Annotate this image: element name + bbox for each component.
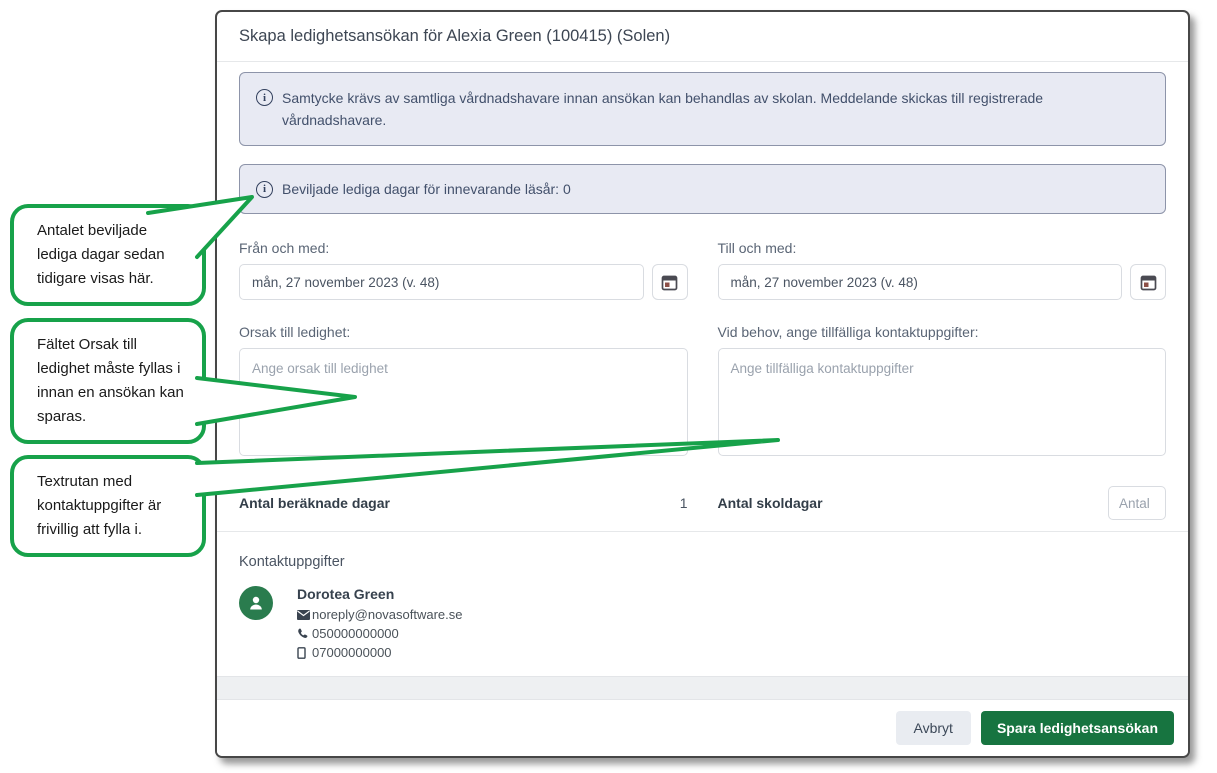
person-icon (247, 594, 265, 612)
screenshot-stage: Skapa ledighetsansökan för Alexia Green … (0, 0, 1217, 773)
callout-granted-days-text: Antalet beviljade lediga dagar sedan tid… (37, 222, 165, 287)
granted-days-text: Beviljade lediga dagar för innevarande l… (282, 178, 571, 200)
cancel-button[interactable]: Avbryt (896, 711, 971, 745)
calculated-days-label: Antal beräknade dagar (239, 495, 390, 511)
info-icon: i (256, 181, 273, 198)
reason-field: Orsak till ledighet: (239, 324, 688, 461)
section-divider (217, 531, 1188, 532)
calendar-icon (1140, 274, 1157, 291)
contacts-heading: Kontaktuppgifter (239, 554, 1166, 570)
calculated-days-value: 1 (680, 495, 688, 511)
to-date-label: Till och med: (718, 240, 1167, 256)
from-date-calendar-button[interactable] (652, 264, 688, 300)
temp-contact-label: Vid behov, ange tillfälliga kontaktuppgi… (718, 324, 1167, 340)
dialog-title: Skapa ledighetsansökan för Alexia Green … (217, 12, 1188, 62)
to-date-field: Till och med: (718, 240, 1167, 300)
school-days-label: Antal skoldagar (718, 495, 823, 511)
contact-mobile-row: 07000000000 (297, 643, 463, 662)
contact-phone-row: 050000000000 (297, 624, 463, 643)
footer-separator-strip (217, 676, 1188, 700)
callout-contact-optional-text: Textrutan med kontaktuppgifter är frivil… (37, 473, 161, 538)
callout-reason-required: Fältet Orsak till ledighet måste fyllas … (10, 318, 206, 444)
leave-application-dialog: Skapa ledighetsansökan för Alexia Green … (215, 10, 1190, 758)
contact-email-row: noreply@novasoftware.se (297, 605, 463, 624)
contact-card: Dorotea Green noreply@novasoftware.se 05… (239, 586, 1166, 662)
from-date-field: Från och med: (239, 240, 688, 300)
phone-icon (297, 628, 312, 639)
dialog-footer: Avbryt Spara ledighetsansökan (217, 700, 1188, 756)
contact-name: Dorotea Green (297, 586, 463, 602)
school-days-row: Antal skoldagar (718, 485, 1167, 521)
avatar (239, 586, 273, 620)
contact-email: noreply@novasoftware.se (312, 605, 463, 624)
save-leave-application-button[interactable]: Spara ledighetsansökan (981, 711, 1174, 745)
email-icon (297, 610, 312, 620)
contact-phone: 050000000000 (312, 624, 399, 643)
to-date-calendar-button[interactable] (1130, 264, 1166, 300)
to-date-input[interactable] (718, 264, 1123, 300)
from-date-label: Från och med: (239, 240, 688, 256)
dialog-body: i Samtycke krävs av samtliga vårdnadshav… (217, 62, 1188, 676)
callout-reason-required-text: Fältet Orsak till ledighet måste fyllas … (37, 336, 184, 425)
info-icon: i (256, 89, 273, 106)
granted-days-notice: i Beviljade lediga dagar för innevarande… (239, 164, 1166, 214)
calculated-days-row: Antal beräknade dagar 1 (239, 485, 688, 521)
callout-granted-days: Antalet beviljade lediga dagar sedan tid… (10, 204, 206, 306)
reason-textarea[interactable] (239, 348, 688, 456)
consent-notice-text: Samtycke krävs av samtliga vårdnadshavar… (282, 87, 1149, 131)
mobile-phone-icon (297, 647, 312, 659)
temp-contact-field: Vid behov, ange tillfälliga kontaktuppgi… (718, 324, 1167, 461)
callout-contact-optional: Textrutan med kontaktuppgifter är frivil… (10, 455, 206, 557)
reason-label: Orsak till ledighet: (239, 324, 688, 340)
contact-mobile: 07000000000 (312, 643, 392, 662)
calendar-icon (661, 274, 678, 291)
school-days-input[interactable] (1108, 486, 1166, 520)
from-date-input[interactable] (239, 264, 644, 300)
temp-contact-textarea[interactable] (718, 348, 1167, 456)
consent-notice: i Samtycke krävs av samtliga vårdnadshav… (239, 72, 1166, 146)
